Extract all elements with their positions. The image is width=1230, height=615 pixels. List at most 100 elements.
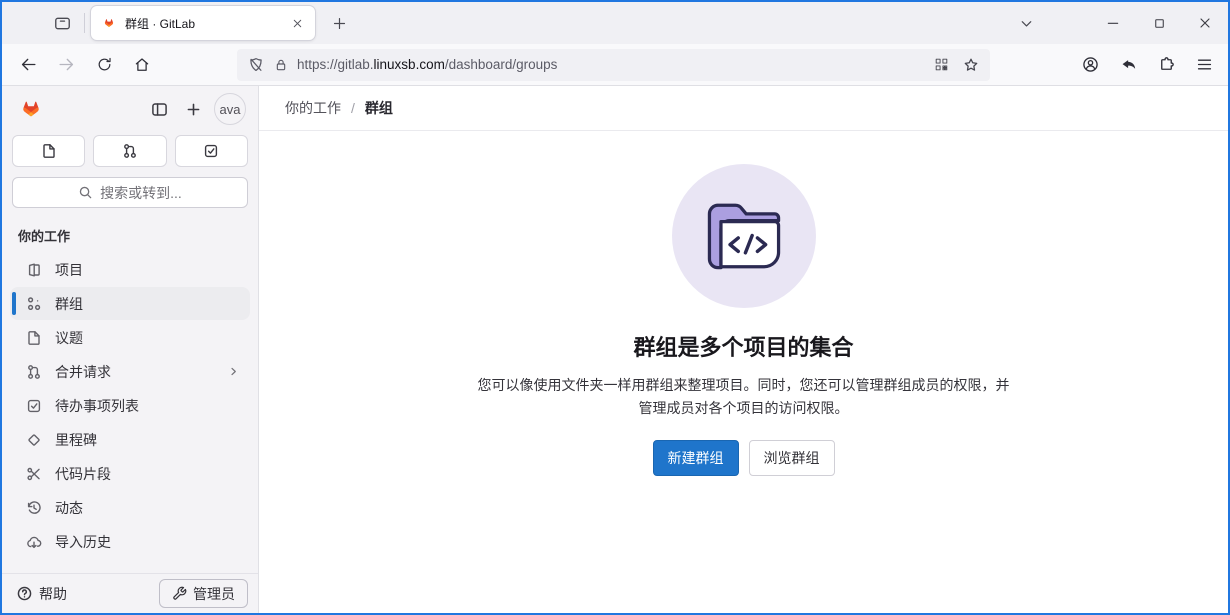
empty-state-description: 您可以像使用文件夹一样用群组来整理项目。同时，您还可以管理群组成员的权限，并 管… [259, 374, 1228, 420]
help-label: 帮助 [39, 584, 67, 604]
plus-icon [331, 15, 348, 32]
forward-icon [57, 55, 76, 74]
merge-icon [26, 364, 42, 380]
snippet-icon [26, 466, 42, 482]
shortcut-merge-requests-button[interactable] [93, 135, 166, 167]
close-icon [291, 17, 304, 30]
lock-icon[interactable] [273, 57, 289, 73]
back-button[interactable] [12, 49, 44, 81]
new-group-button[interactable]: 新建群组 [653, 440, 739, 476]
gitlab-sidebar: ava 搜索或转到... 你的工作 项目群组议题合并请求待办事项列表里程碑代码片… [2, 86, 259, 613]
home-icon [133, 56, 151, 74]
sidebar-item-activity[interactable]: 动态 [10, 491, 250, 524]
extensions-button[interactable] [1150, 49, 1182, 81]
create-new-button[interactable] [178, 94, 208, 124]
merge-request-icon [122, 143, 138, 159]
collapse-sidebar-button[interactable] [144, 94, 174, 124]
gitlab-logo[interactable] [16, 94, 46, 124]
sidebar-item-snippets[interactable]: 代码片段 [10, 457, 250, 490]
project-icon [26, 262, 42, 278]
back-icon [19, 55, 38, 74]
gitlab-favicon [101, 15, 117, 31]
groups-icon [26, 296, 42, 312]
activity-icon [26, 500, 42, 516]
todo-icon [26, 398, 42, 414]
tab-close-button[interactable] [285, 11, 309, 35]
sidebar-header: ava [2, 86, 258, 129]
hamburger-menu-icon [1195, 55, 1214, 74]
sidebar-item-merge-requests[interactable]: 合并请求 [10, 355, 250, 388]
admin-area-button[interactable]: 管理员 [159, 579, 248, 608]
shortcut-todos-button[interactable] [175, 135, 248, 167]
browser-tab[interactable]: 群组 · GitLab [91, 6, 315, 40]
tab-manager-button[interactable] [46, 7, 78, 39]
sidebar-item-import-history[interactable]: 导入历史 [10, 525, 250, 558]
tracking-protection-icon[interactable] [247, 56, 265, 74]
tab-strip: 群组 · GitLab [2, 2, 1228, 44]
app-menu-button[interactable] [1188, 49, 1220, 81]
forward-button[interactable] [50, 49, 82, 81]
breadcrumb-separator: / [351, 100, 355, 116]
importH-icon [26, 534, 42, 550]
close-icon [1197, 15, 1213, 31]
list-all-tabs-button[interactable] [1010, 7, 1042, 39]
sidebar-section-label: 你的工作 [18, 226, 258, 245]
sidebar-item-projects[interactable]: 项目 [10, 253, 250, 286]
breadcrumb: 你的工作 / 群组 [259, 86, 1228, 131]
new-tab-button[interactable] [323, 7, 355, 39]
sidebar-menu: 项目群组议题合并请求待办事项列表里程碑代码片段动态导入历史 [2, 247, 258, 565]
folder-illustration [672, 164, 816, 308]
sidebar-item-todos[interactable]: 待办事项列表 [10, 389, 250, 422]
sidebar-panel-icon [151, 101, 168, 118]
groups-empty-state: 群组是多个项目的集合 您可以像使用文件夹一样用群组来整理项目。同时，您还可以管理… [259, 131, 1228, 613]
chevron-right-icon [227, 365, 240, 378]
user-avatar[interactable]: ava [214, 93, 246, 125]
window-close-button[interactable] [1182, 2, 1228, 44]
sidebar-item-label: 待办事项列表 [55, 396, 139, 416]
sidebar-footer: 帮助 管理员 [2, 573, 258, 613]
url-bar[interactable]: https://gitlab.linuxsb.com/dashboard/gro… [237, 49, 990, 81]
browser-toolbar: https://gitlab.linuxsb.com/dashboard/gro… [2, 44, 1228, 86]
tab-manager-icon [53, 14, 72, 33]
sidebar-item-label: 代码片段 [55, 464, 111, 484]
sidebar-item-label: 里程碑 [55, 430, 97, 450]
puzzle-icon [1157, 55, 1176, 74]
help-icon [16, 585, 33, 602]
shortcut-issues-button[interactable] [12, 135, 85, 167]
sidebar-item-label: 动态 [55, 498, 83, 518]
tab-title: 群组 · GitLab [125, 15, 277, 32]
search-icon [78, 185, 93, 200]
sidebar-item-label: 项目 [55, 260, 83, 280]
maximize-button[interactable] [1136, 2, 1182, 44]
explore-groups-button[interactable]: 浏览群组 [749, 440, 835, 476]
restore-session-button[interactable] [1112, 49, 1144, 81]
breadcrumb-parent[interactable]: 你的工作 [285, 98, 341, 118]
sidebar-item-issues[interactable]: 议题 [10, 321, 250, 354]
reload-icon [96, 56, 113, 73]
sidebar-item-label: 议题 [55, 328, 83, 348]
sidebar-shortcuts [12, 135, 248, 167]
issues-icon [26, 330, 42, 346]
account-icon [1081, 55, 1100, 74]
main-panel: 你的工作 / 群组 群组是多个项目的集合 您可以像使用文件夹一样用群组来整理项目… [259, 86, 1228, 613]
qr-code-icon[interactable] [933, 56, 950, 73]
sidebar-item-milestones[interactable]: 里程碑 [10, 423, 250, 456]
maximize-icon [1152, 16, 1167, 31]
empty-state-title: 群组是多个项目的集合 [259, 330, 1228, 362]
tab-separator [84, 13, 85, 33]
sidebar-item-label: 合并请求 [55, 362, 111, 382]
search-input[interactable]: 搜索或转到... [12, 177, 248, 208]
home-button[interactable] [126, 49, 158, 81]
plus-icon [185, 101, 202, 118]
undo-arrow-icon [1119, 55, 1138, 74]
reload-button[interactable] [88, 49, 120, 81]
url-text: https://gitlab.linuxsb.com/dashboard/gro… [297, 57, 557, 72]
todo-check-icon [203, 143, 219, 159]
minimize-button[interactable] [1090, 2, 1136, 44]
sidebar-item-label: 群组 [55, 294, 83, 314]
help-button[interactable]: 帮助 [16, 584, 67, 604]
tabstrip-right [1010, 2, 1228, 44]
bookmark-star-icon[interactable] [962, 56, 980, 74]
account-button[interactable] [1074, 49, 1106, 81]
sidebar-item-groups[interactable]: 群组 [10, 287, 250, 320]
